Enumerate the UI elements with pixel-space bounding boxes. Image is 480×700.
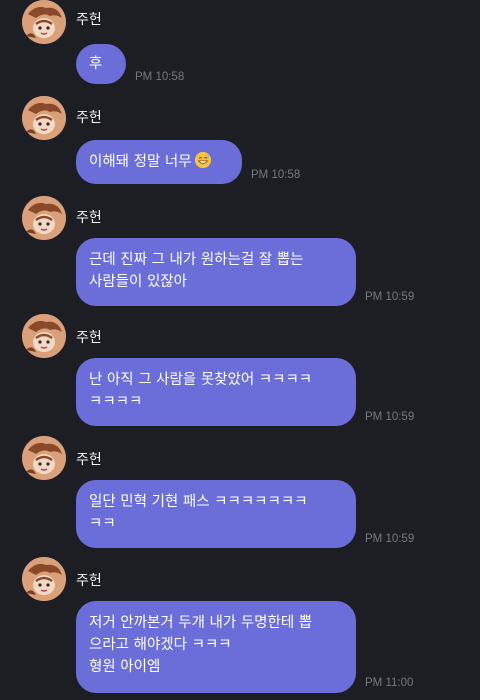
avatar[interactable] <box>22 436 66 480</box>
avatar[interactable] <box>22 314 66 358</box>
message-text-line: 이해돼 정말 너무 <box>89 154 192 170</box>
message-text-line: 형원 아이엠 <box>89 659 161 675</box>
message-text-line: 사람들이 있잖아 <box>89 274 187 290</box>
avatar[interactable] <box>22 0 66 44</box>
message-text-line: 난 아직 그 사람을 못찾았어 ㅋㅋㅋㅋ <box>89 372 313 388</box>
message-bubble[interactable]: 저거 안까본거 두개 내가 두명한테 뽑 으라고 해야겠다 ㅋㅋㅋ 형원 아이엠 <box>76 601 356 693</box>
message-time: PM 10:59 <box>365 411 415 423</box>
sender-name: 주헌 <box>76 452 102 468</box>
chat-thread: 주헌 후 PM 10:58 주헌 이해돼 정말 너무 PM 10:58 주헌 근… <box>0 0 480 700</box>
sender-name: 주헌 <box>76 12 102 28</box>
message-bubble[interactable]: 후 <box>76 44 126 84</box>
sender-name: 주헌 <box>76 210 102 226</box>
message-time: PM 10:58 <box>135 71 185 83</box>
grinning-sweat-emoji-icon <box>194 151 211 169</box>
message-bubble[interactable]: 근데 진짜 그 내가 원하는걸 잘 뽑는 사람들이 있잖아 <box>76 238 356 306</box>
message-text-line: 저거 안까본거 두개 내가 두명한테 뽑 <box>89 615 313 631</box>
message-time: PM 10:59 <box>365 533 415 545</box>
avatar[interactable] <box>22 557 66 601</box>
message-bubble[interactable]: 일단 민혁 기현 패스 ㅋㅋㅋㅋㅋㅋㅋ ㅋㅋ <box>76 480 356 548</box>
message-bubble[interactable]: 난 아직 그 사람을 못찾았어 ㅋㅋㅋㅋ ㅋㅋㅋㅋ <box>76 358 356 426</box>
sender-name: 주헌 <box>76 110 102 126</box>
sender-name: 주헌 <box>76 573 102 589</box>
message-text-line: ㅋㅋ <box>89 516 116 532</box>
message-time: PM 11:00 <box>365 677 414 689</box>
message-time: PM 10:58 <box>251 169 301 181</box>
message-text-line: 으라고 해야겠다 ㅋㅋㅋ <box>89 637 232 653</box>
message-time: PM 10:59 <box>365 291 415 303</box>
message-text: 후 <box>89 56 103 72</box>
sender-name: 주헌 <box>76 330 102 346</box>
message-text: 이해돼 정말 너무 <box>89 151 229 173</box>
message-text-line: ㅋㅋㅋㅋ <box>89 394 143 410</box>
avatar[interactable] <box>22 196 66 240</box>
message-text-line: 일단 민혁 기현 패스 ㅋㅋㅋㅋㅋㅋㅋ <box>89 494 308 510</box>
message-text-line: 근데 진짜 그 내가 원하는걸 잘 뽑는 <box>89 252 304 268</box>
avatar[interactable] <box>22 96 66 140</box>
message-bubble[interactable]: 이해돼 정말 너무 <box>76 140 242 184</box>
